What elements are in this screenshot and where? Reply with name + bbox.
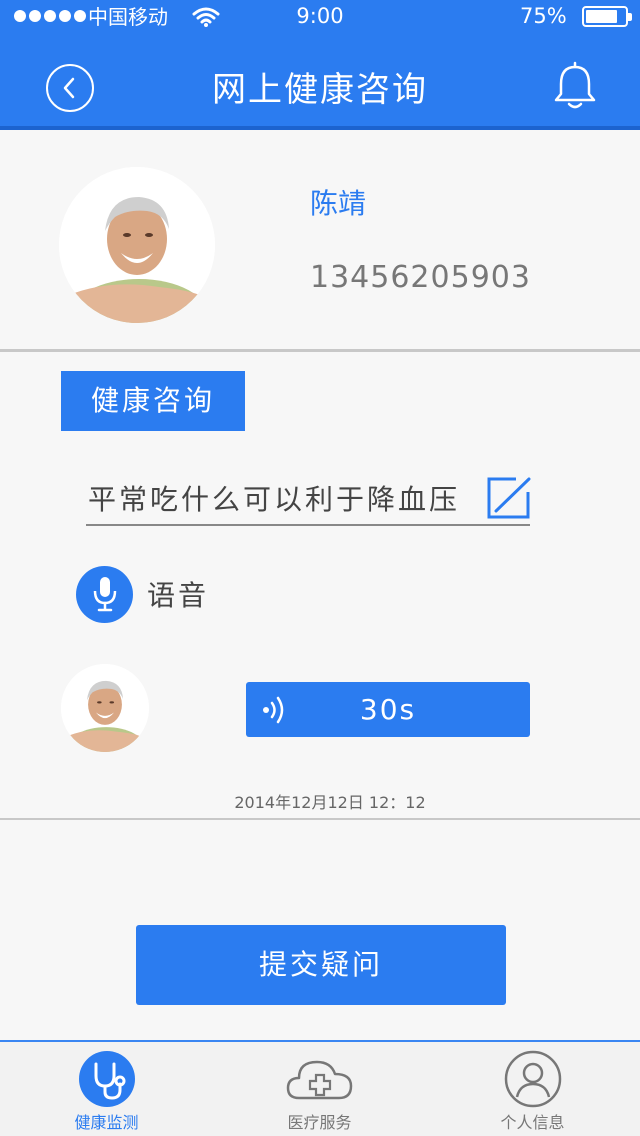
microphone-icon	[93, 577, 117, 612]
user-name: 陈靖	[310, 187, 367, 220]
user-phone: 13456205903	[310, 260, 531, 295]
tab-label: 个人信息	[500, 1113, 565, 1132]
voice-input-button[interactable]	[76, 566, 133, 623]
message-timestamp: 2014年12月12日 12：12	[234, 793, 426, 812]
tab-bar: 健康监测 医疗服务 个人信息	[0, 1040, 640, 1136]
tab-label: 医疗服务	[287, 1113, 352, 1132]
voice-label: 语音	[147, 579, 210, 612]
message-avatar	[61, 664, 149, 752]
tab-medical-service[interactable]: 医疗服务	[213, 1042, 426, 1136]
user-photo	[59, 167, 215, 323]
tab-health-monitor[interactable]: 健康监测	[0, 1042, 213, 1136]
stethoscope-icon	[78, 1051, 135, 1107]
avatar	[59, 167, 215, 323]
divider	[0, 349, 640, 352]
question-text: 平常吃什么可以利于降血压	[88, 483, 461, 516]
header-bar: 中国移动 9:00 75% 网上健康咨询	[0, 0, 640, 130]
bell-icon[interactable]	[552, 60, 598, 112]
battery-icon	[582, 6, 632, 27]
question-input[interactable]: 平常吃什么可以利于降血压	[86, 472, 532, 526]
tab-personal-info[interactable]: 个人信息	[426, 1042, 639, 1136]
voice-message-bubble[interactable]: 30s	[246, 682, 530, 737]
page-title: 网上健康咨询	[212, 70, 428, 110]
status-bar: 中国移动 9:00 75%	[0, 0, 640, 34]
submit-question-button[interactable]: 提交疑问	[136, 925, 506, 1005]
divider	[0, 818, 640, 820]
battery-percent: 75%	[520, 4, 567, 28]
header-shadow	[0, 126, 640, 130]
user-icon	[504, 1050, 561, 1108]
tab-label: 健康监测	[74, 1113, 139, 1132]
voice-duration: 30s	[359, 693, 417, 726]
app-screen: 中国移动 9:00 75% 网上健康咨询 陈靖 13456205903 健康咨询…	[0, 0, 640, 1136]
user-photo	[61, 664, 149, 752]
section-tag-health-consult: 健康咨询	[61, 371, 245, 431]
medical-cloud-icon	[286, 1060, 352, 1100]
edit-icon[interactable]	[486, 476, 532, 520]
